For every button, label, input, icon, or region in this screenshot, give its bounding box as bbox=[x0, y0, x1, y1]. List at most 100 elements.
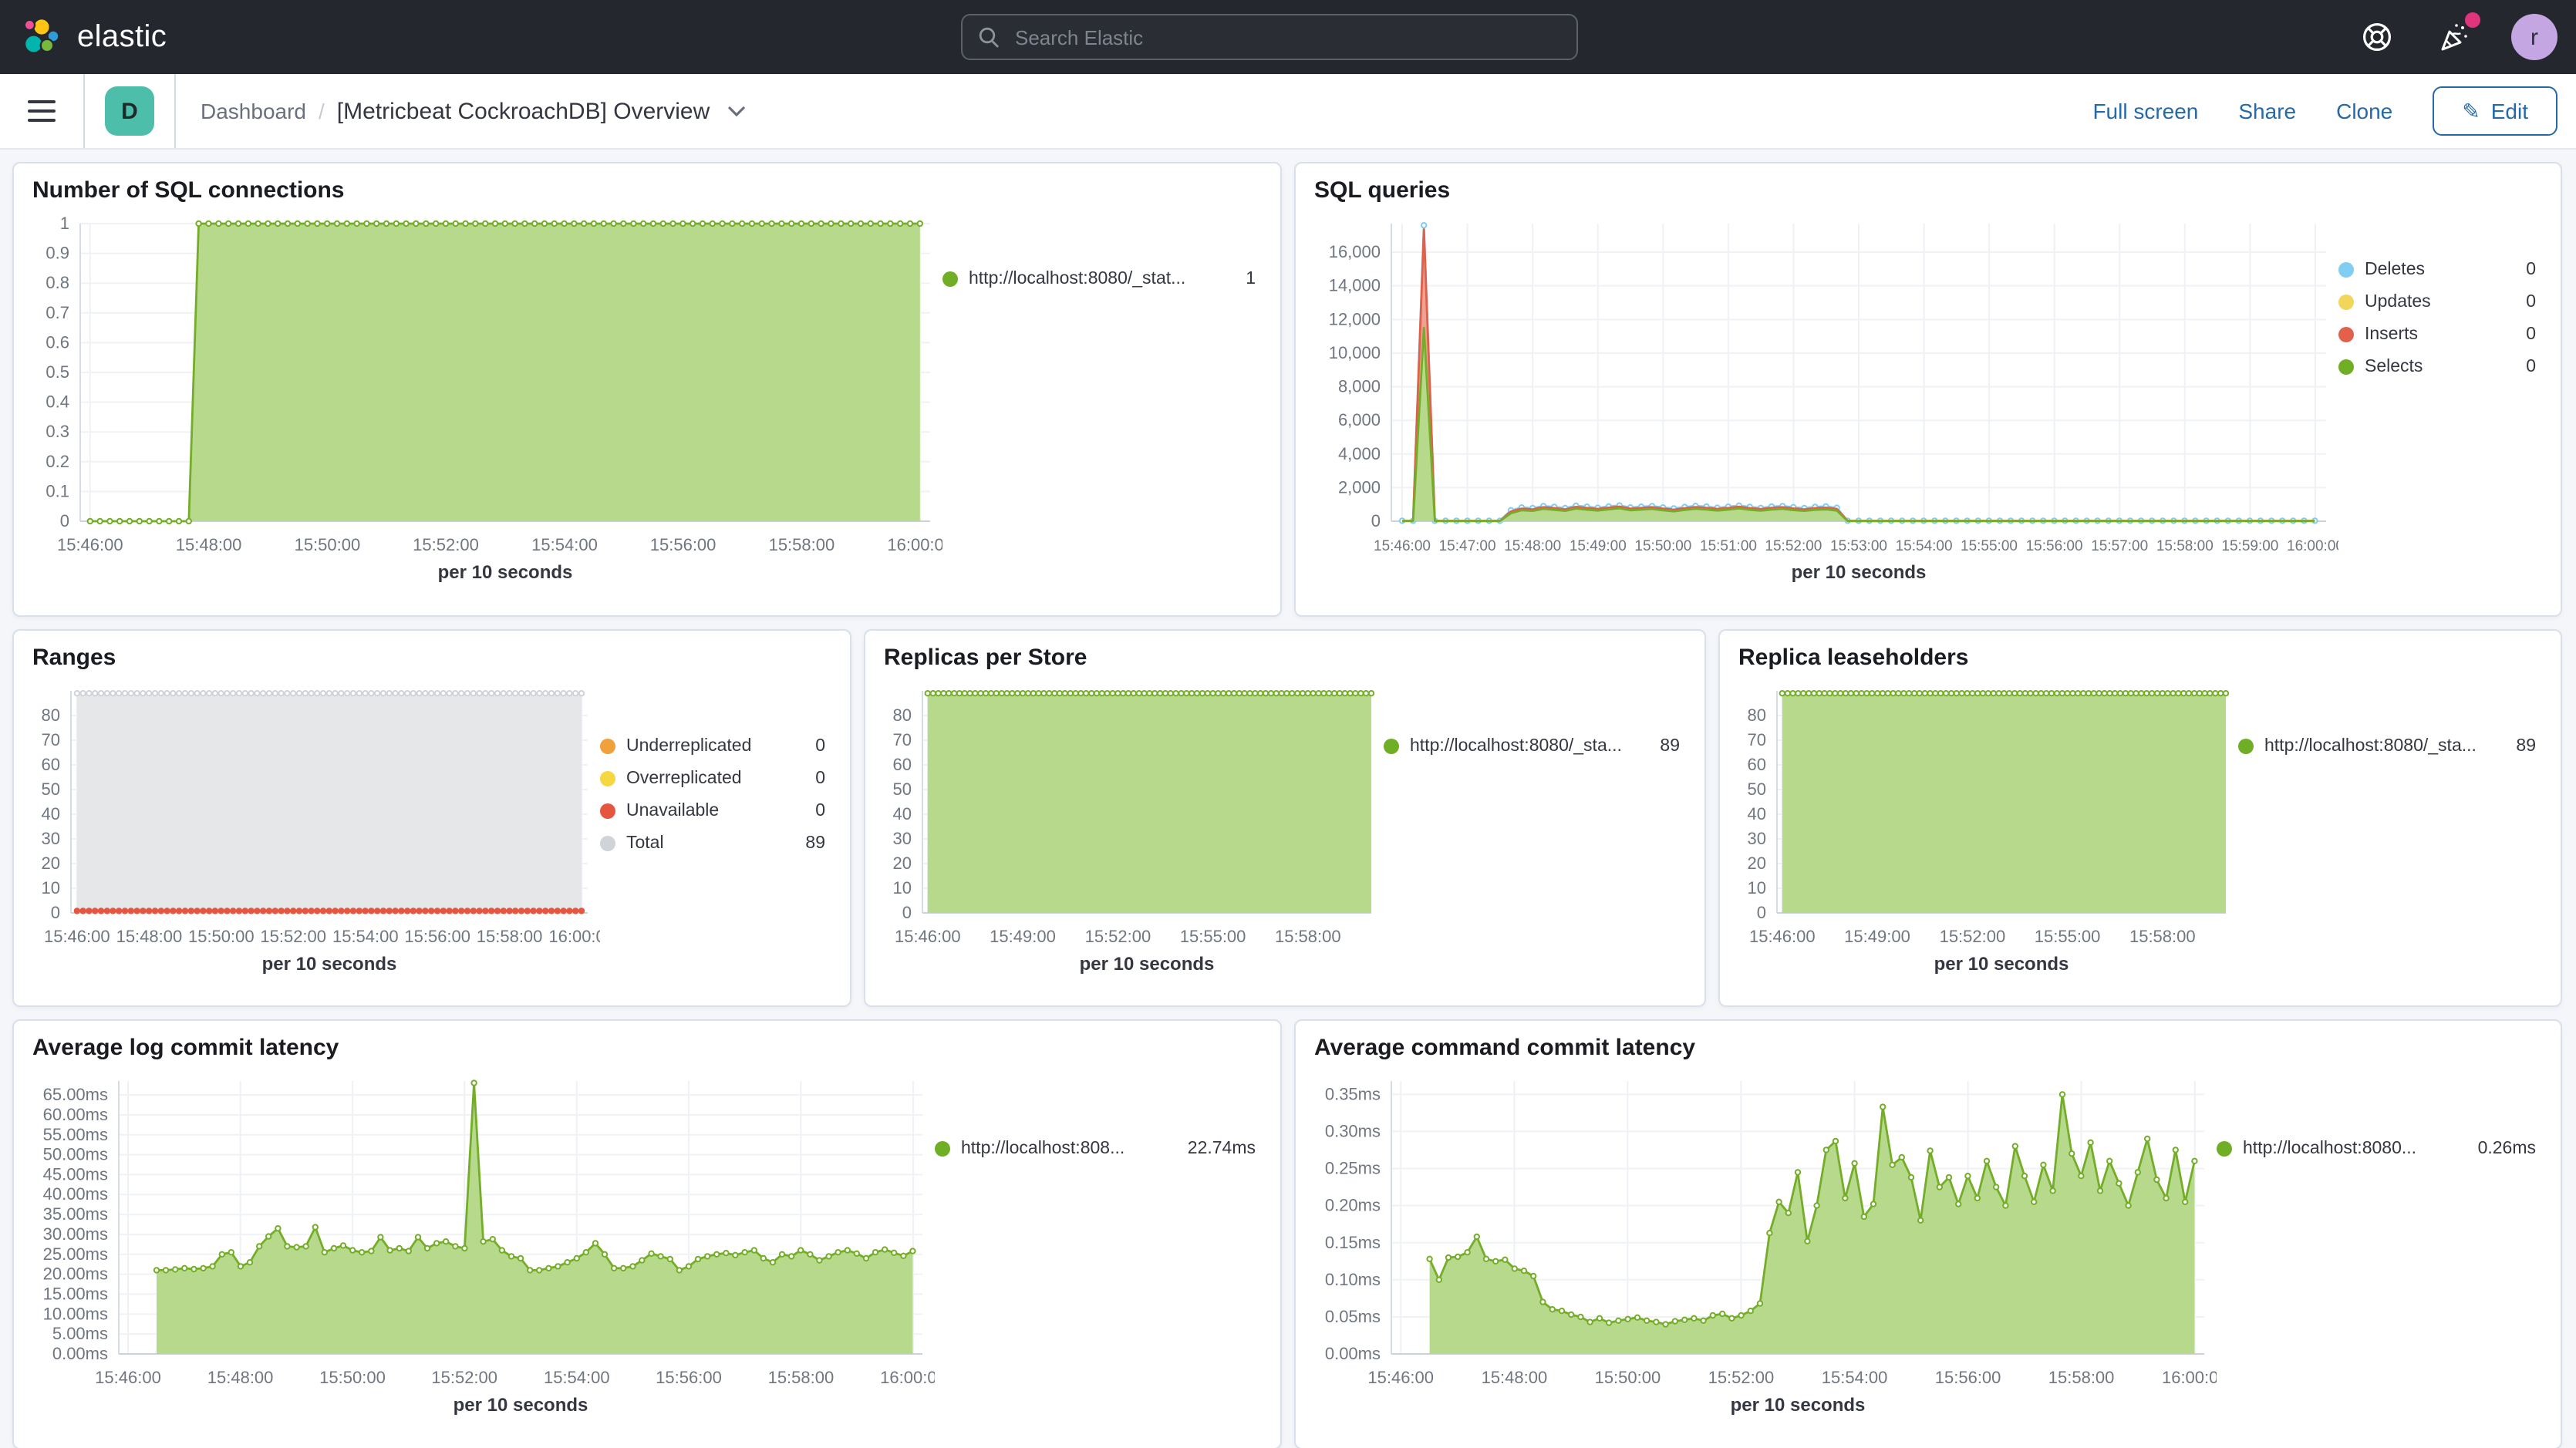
legend-value: 1 bbox=[1246, 270, 1256, 288]
svg-text:65.00ms: 65.00ms bbox=[43, 1085, 108, 1104]
svg-text:15:52:00: 15:52:00 bbox=[1085, 927, 1151, 946]
legend-item[interactable]: Inserts0 bbox=[2338, 325, 2536, 344]
sql-connections-chart[interactable]: 15:46:0015:48:0015:50:0015:52:0015:54:00… bbox=[32, 208, 942, 589]
svg-text:40: 40 bbox=[1748, 804, 1766, 823]
svg-text:50.00ms: 50.00ms bbox=[43, 1145, 108, 1164]
page-title: [Metricbeat CockroachDB] Overview bbox=[337, 98, 710, 124]
svg-text:30: 30 bbox=[893, 829, 912, 848]
svg-text:0.9: 0.9 bbox=[46, 244, 69, 263]
svg-text:per 10 seconds: per 10 seconds bbox=[262, 954, 397, 975]
svg-text:2,000: 2,000 bbox=[1338, 477, 1381, 497]
svg-text:15:58:00: 15:58:00 bbox=[2156, 538, 2214, 554]
replicas-per-store-chart[interactable]: 15:46:0015:49:0015:52:0015:55:0015:58:00… bbox=[884, 675, 1384, 981]
chart-legend: Underreplicated0 Overreplicated0 Unavailab… bbox=[600, 675, 831, 981]
legend-label: Overreplicated bbox=[626, 769, 804, 788]
svg-text:15:56:00: 15:56:00 bbox=[404, 927, 470, 946]
legend-item[interactable]: Selects0 bbox=[2338, 358, 2536, 376]
svg-text:0.10ms: 0.10ms bbox=[1325, 1270, 1381, 1289]
legend-value: 22.74ms bbox=[1188, 1140, 1256, 1158]
svg-text:25.00ms: 25.00ms bbox=[43, 1244, 108, 1264]
legend-item[interactable]: Updates0 bbox=[2338, 293, 2536, 311]
legend-item[interactable]: http://localhost:808... 22.74ms bbox=[935, 1140, 1256, 1158]
svg-text:15:50:00: 15:50:00 bbox=[188, 927, 255, 946]
share-button[interactable]: Share bbox=[2238, 99, 2296, 123]
legend-item[interactable]: Underreplicated0 bbox=[600, 737, 825, 756]
svg-text:45.00ms: 45.00ms bbox=[43, 1164, 108, 1184]
global-search[interactable] bbox=[961, 14, 1578, 60]
avg-log-commit-latency-chart[interactable]: 15:46:0015:48:0015:50:0015:52:0015:54:00… bbox=[32, 1066, 935, 1422]
legend-dot bbox=[935, 1141, 950, 1157]
legend-dot bbox=[1384, 739, 1399, 754]
svg-text:0.3: 0.3 bbox=[46, 422, 69, 441]
legend-item[interactable]: http://localhost:8080/_sta... 89 bbox=[1384, 737, 1680, 756]
panel-title: Average command commit latency bbox=[1314, 1035, 2542, 1062]
legend-item[interactable]: http://localhost:8080/_stat...1 bbox=[942, 270, 1256, 288]
breadcrumb-separator: / bbox=[319, 99, 325, 123]
full-screen-button[interactable]: Full screen bbox=[2092, 99, 2198, 123]
svg-text:0.15ms: 0.15ms bbox=[1325, 1233, 1381, 1252]
svg-text:15:49:00: 15:49:00 bbox=[990, 927, 1056, 946]
svg-text:15:52:00: 15:52:00 bbox=[413, 535, 479, 554]
svg-text:15:48:00: 15:48:00 bbox=[116, 927, 183, 946]
chart-legend: http://localhost:8080/_sta... 89 bbox=[1384, 675, 1686, 981]
legend-item[interactable]: http://localhost:8080/_sta...89 bbox=[2238, 737, 2536, 756]
legend-item[interactable]: http://localhost:8080...0.26ms bbox=[2217, 1140, 2536, 1158]
svg-text:15:48:00: 15:48:00 bbox=[207, 1368, 274, 1387]
svg-text:0: 0 bbox=[60, 511, 69, 530]
svg-text:30: 30 bbox=[1748, 829, 1766, 848]
menu-button[interactable] bbox=[0, 74, 83, 148]
legend-item[interactable]: Overreplicated0 bbox=[600, 769, 825, 788]
svg-text:50: 50 bbox=[893, 780, 912, 799]
svg-text:15:58:00: 15:58:00 bbox=[769, 535, 835, 554]
legend-label: http://localhost:8080... bbox=[2243, 1140, 2467, 1158]
svg-text:16:00:00: 16:00:00 bbox=[548, 927, 600, 946]
svg-text:0: 0 bbox=[902, 903, 912, 922]
help-icon bbox=[2359, 19, 2396, 56]
replica-leaseholders-chart[interactable]: 15:46:0015:49:0015:52:0015:55:0015:58:00… bbox=[1738, 675, 2238, 981]
announcements-button[interactable] bbox=[2434, 17, 2474, 57]
help-button[interactable] bbox=[2357, 17, 2397, 57]
search-input[interactable] bbox=[1012, 24, 1561, 50]
svg-text:30: 30 bbox=[42, 829, 60, 848]
panel-title: SQL queries bbox=[1314, 177, 2542, 205]
svg-text:40: 40 bbox=[893, 804, 912, 823]
legend-label: http://localhost:8080/_sta... bbox=[1410, 737, 1649, 756]
legend-label: http://localhost:808... bbox=[961, 1140, 1177, 1158]
clone-button[interactable]: Clone bbox=[2336, 99, 2392, 123]
avg-command-commit-latency-chart[interactable]: 15:46:0015:48:0015:50:0015:52:0015:54:00… bbox=[1314, 1066, 2217, 1422]
svg-text:60: 60 bbox=[893, 755, 912, 774]
legend-item[interactable]: Unavailable0 bbox=[600, 802, 825, 820]
svg-text:60: 60 bbox=[1748, 755, 1766, 774]
legend-item[interactable]: Total89 bbox=[600, 834, 825, 853]
breadcrumb-dashboard-link[interactable]: Dashboard bbox=[201, 99, 306, 123]
elastic-logo bbox=[22, 16, 63, 58]
svg-text:0.00ms: 0.00ms bbox=[52, 1344, 108, 1363]
sql-queries-chart[interactable]: 15:46:0015:47:0015:48:0015:49:0015:50:00… bbox=[1314, 208, 2338, 589]
svg-text:15:58:00: 15:58:00 bbox=[477, 927, 543, 946]
svg-text:0.25ms: 0.25ms bbox=[1325, 1159, 1381, 1178]
panel-replicas-per-store: Replicas per Store 15:46:0015:49:0015:52… bbox=[864, 629, 1706, 1007]
legend-label: Total bbox=[626, 834, 794, 853]
svg-text:0.4: 0.4 bbox=[46, 392, 69, 412]
svg-text:8,000: 8,000 bbox=[1338, 377, 1381, 396]
svg-text:30.00ms: 30.00ms bbox=[43, 1224, 108, 1244]
legend-dot bbox=[2338, 262, 2354, 278]
svg-text:15:56:00: 15:56:00 bbox=[1935, 1368, 2001, 1387]
edit-button[interactable]: ✎ Edit bbox=[2433, 86, 2557, 136]
svg-text:16:00:00: 16:00:00 bbox=[880, 1368, 935, 1387]
chevron-down-icon[interactable] bbox=[728, 106, 745, 116]
legend-item[interactable]: Deletes0 bbox=[2338, 261, 2536, 279]
svg-text:per 10 seconds: per 10 seconds bbox=[1792, 562, 1927, 583]
legend-dot bbox=[600, 803, 615, 819]
brand[interactable]: elastic bbox=[0, 16, 167, 58]
breadcrumb-bar: D Dashboard / [Metricbeat CockroachDB] O… bbox=[0, 74, 2576, 150]
panel-avg-log-commit-latency: Average log commit latency 15:46:0015:48… bbox=[12, 1019, 1282, 1448]
svg-text:per 10 seconds: per 10 seconds bbox=[453, 1395, 588, 1416]
user-avatar[interactable]: r bbox=[2511, 14, 2557, 60]
dashboard-badge[interactable]: D bbox=[105, 86, 154, 136]
svg-text:0.8: 0.8 bbox=[46, 273, 69, 292]
ranges-chart[interactable]: 15:46:0015:48:0015:50:0015:52:0015:54:00… bbox=[32, 675, 600, 981]
panel-replica-leaseholders: Replica leaseholders 15:46:0015:49:0015:… bbox=[1718, 629, 2562, 1007]
legend-value: 89 bbox=[1660, 737, 1680, 756]
svg-text:0.20ms: 0.20ms bbox=[1325, 1196, 1381, 1215]
